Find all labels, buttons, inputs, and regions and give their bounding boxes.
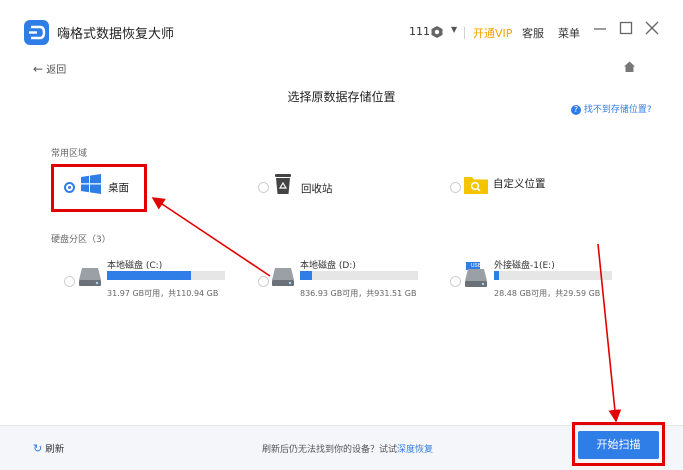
recycle-bin-label: 回收站 — [301, 183, 333, 195]
custom-location-radio[interactable] — [450, 182, 461, 193]
disk-e-radio[interactable] — [450, 276, 461, 287]
refresh-button[interactable]: ↻ 刷新 — [33, 441, 64, 455]
hard-drive-icon — [78, 265, 102, 287]
disk-c-name: 本地磁盘 (C:) — [107, 261, 163, 271]
disk-c-usage-fill — [107, 271, 191, 280]
desktop-radio[interactable] — [64, 182, 75, 193]
usb-badge: USB — [470, 263, 482, 269]
question-icon: ? — [571, 105, 581, 115]
disk-d-name: 本地磁盘 (D:) — [300, 261, 356, 271]
user-avatar-icon[interactable] — [430, 24, 444, 38]
minimize-icon[interactable] — [591, 19, 609, 37]
disk-e-usage-fill — [494, 271, 499, 280]
back-button[interactable]: ← 返回 — [33, 61, 66, 76]
windows-icon — [80, 173, 102, 195]
recycle-bin-icon — [272, 172, 294, 196]
close-icon[interactable] — [643, 19, 661, 37]
folder-search-icon — [463, 173, 489, 195]
divider — [464, 27, 465, 39]
footer-hint: 刷新后仍无法找到你的设备？试试深度恢复 — [262, 442, 433, 455]
start-scan-button[interactable]: 开始扫描 — [578, 431, 659, 459]
disk-d-capacity: 836.93 GB可用，共931.51 GB — [300, 289, 417, 298]
disk-e-usage-bar — [494, 271, 612, 280]
disk-c-usage-bar — [107, 271, 225, 280]
user-id: 111 — [409, 25, 430, 38]
deep-recovery-link[interactable]: 深度恢复 — [397, 445, 433, 455]
disk-c-radio[interactable] — [64, 276, 75, 287]
common-section-label: 常用区域 — [51, 149, 88, 159]
home-icon[interactable] — [623, 60, 636, 77]
disk-e-name: 外接磁盘-1(E:) — [494, 261, 555, 271]
arrow-left-icon: ← — [33, 62, 44, 76]
vip-button[interactable]: 开通VIP — [473, 25, 512, 41]
refresh-label: 刷新 — [45, 444, 65, 455]
custom-location-label: 自定义位置 — [493, 178, 546, 190]
annotation-arrow-desktop — [151, 197, 271, 277]
back-label: 返回 — [46, 65, 67, 76]
menu-button[interactable]: 菜单 — [558, 25, 580, 41]
refresh-icon: ↻ — [33, 442, 43, 455]
maximize-icon[interactable] — [617, 19, 635, 37]
disk-section-label: 硬盘分区（3） — [51, 235, 111, 245]
help-link-label: 找不到存储位置? — [583, 105, 652, 115]
user-dropdown-icon[interactable]: ▼ — [451, 25, 457, 34]
disk-d-usage-fill — [300, 271, 312, 280]
desktop-label: 桌面 — [108, 182, 129, 194]
disk-c-capacity: 31.97 GB可用，共110.94 GB — [107, 289, 219, 298]
disk-e-capacity: 28.48 GB可用，共29.59 GB — [494, 289, 601, 298]
app-title: 嗨格式数据恢复大师 — [57, 27, 175, 42]
footer-hint-text: 刷新后仍无法找到你的设备？试试 — [262, 445, 398, 455]
app-logo-icon — [24, 20, 49, 45]
disk-d-usage-bar — [300, 271, 418, 280]
recycle-bin-radio[interactable] — [258, 182, 269, 193]
customer-service-button[interactable]: 客服 — [522, 25, 544, 41]
hard-drive-icon — [271, 265, 295, 287]
disk-d-radio[interactable] — [258, 276, 269, 287]
help-link[interactable]: ? 找不到存储位置? — [571, 102, 652, 115]
